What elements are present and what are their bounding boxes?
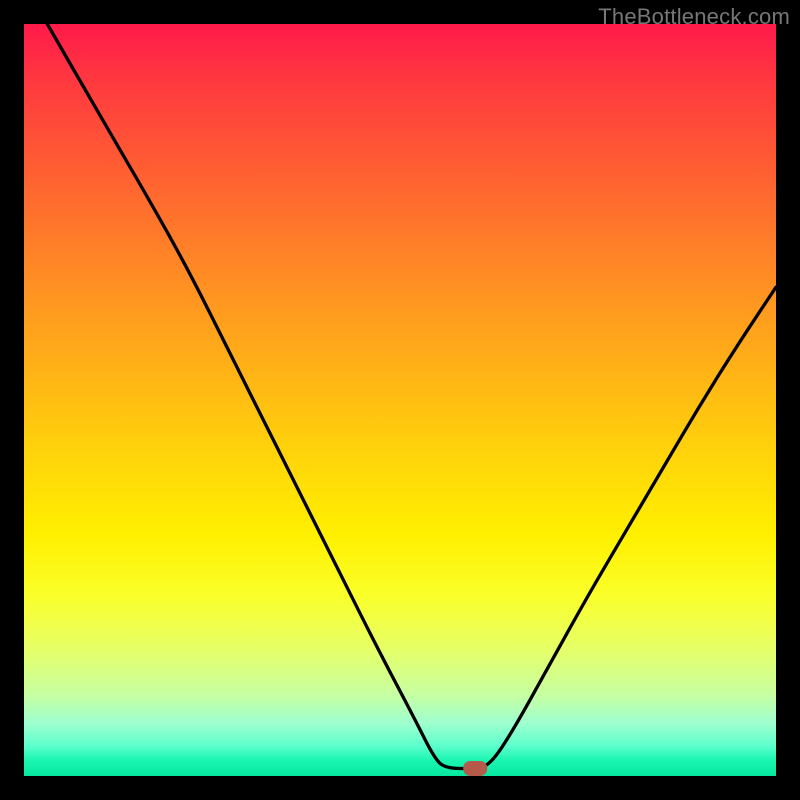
chart-frame: TheBottleneck.com bbox=[0, 0, 800, 800]
optimal-marker bbox=[463, 761, 487, 776]
plot-svg bbox=[24, 24, 776, 776]
plot-area bbox=[24, 24, 776, 776]
bottleneck-curve bbox=[47, 24, 776, 768]
watermark-text: TheBottleneck.com bbox=[598, 4, 790, 30]
